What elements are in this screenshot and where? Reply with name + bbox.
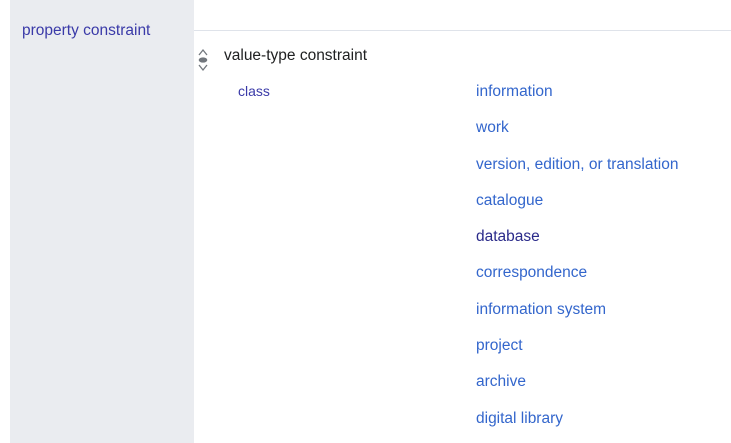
qualifier-value-link-information-system[interactable]: information system [476, 301, 606, 318]
qualifier-value-item: archive [476, 373, 678, 409]
rank-normal-icon[interactable] [197, 48, 209, 72]
qualifier-value-link-catalogue[interactable]: catalogue [476, 192, 543, 209]
qualifier-value-list: information work version, edition, or tran… [476, 83, 678, 443]
qualifier-value-link-project[interactable]: project [476, 337, 523, 354]
qualifier-value-item: work [476, 119, 678, 155]
wikidata-statement-panel: property constraint value-type constrain… [0, 0, 731, 443]
qualifier-value-link-digital-library[interactable]: digital library [476, 410, 563, 427]
qualifier-value-item: digital library [476, 410, 678, 443]
qualifier-value-link-correspondence[interactable]: correspondence [476, 264, 587, 281]
qualifier-value-link-version-edition-or-translation[interactable]: version, edition, or translation [476, 156, 678, 173]
qualifier-value-link-archive[interactable]: archive [476, 373, 526, 390]
qualifier-value-item: project [476, 337, 678, 373]
qualifier-value-item: database [476, 228, 678, 264]
qualifier-value-link-information[interactable]: information [476, 83, 553, 100]
qualifier-value-item: correspondence [476, 264, 678, 300]
property-column: property constraint [10, 0, 194, 443]
statement-value[interactable]: value-type constraint [224, 47, 367, 65]
qualifier-value-item: catalogue [476, 192, 678, 228]
property-label-link[interactable]: property constraint [22, 22, 150, 40]
qualifier-value-link-work[interactable]: work [476, 119, 509, 136]
qualifier-property-class[interactable]: class [238, 82, 270, 100]
qualifier-value-item: information [476, 83, 678, 119]
qualifier-value-item: information system [476, 301, 678, 337]
qualifier-value-link-database[interactable]: database [476, 228, 540, 245]
statement-group: value-type constraint class information w… [194, 30, 731, 443]
qualifier-value-item: version, edition, or translation [476, 156, 678, 192]
